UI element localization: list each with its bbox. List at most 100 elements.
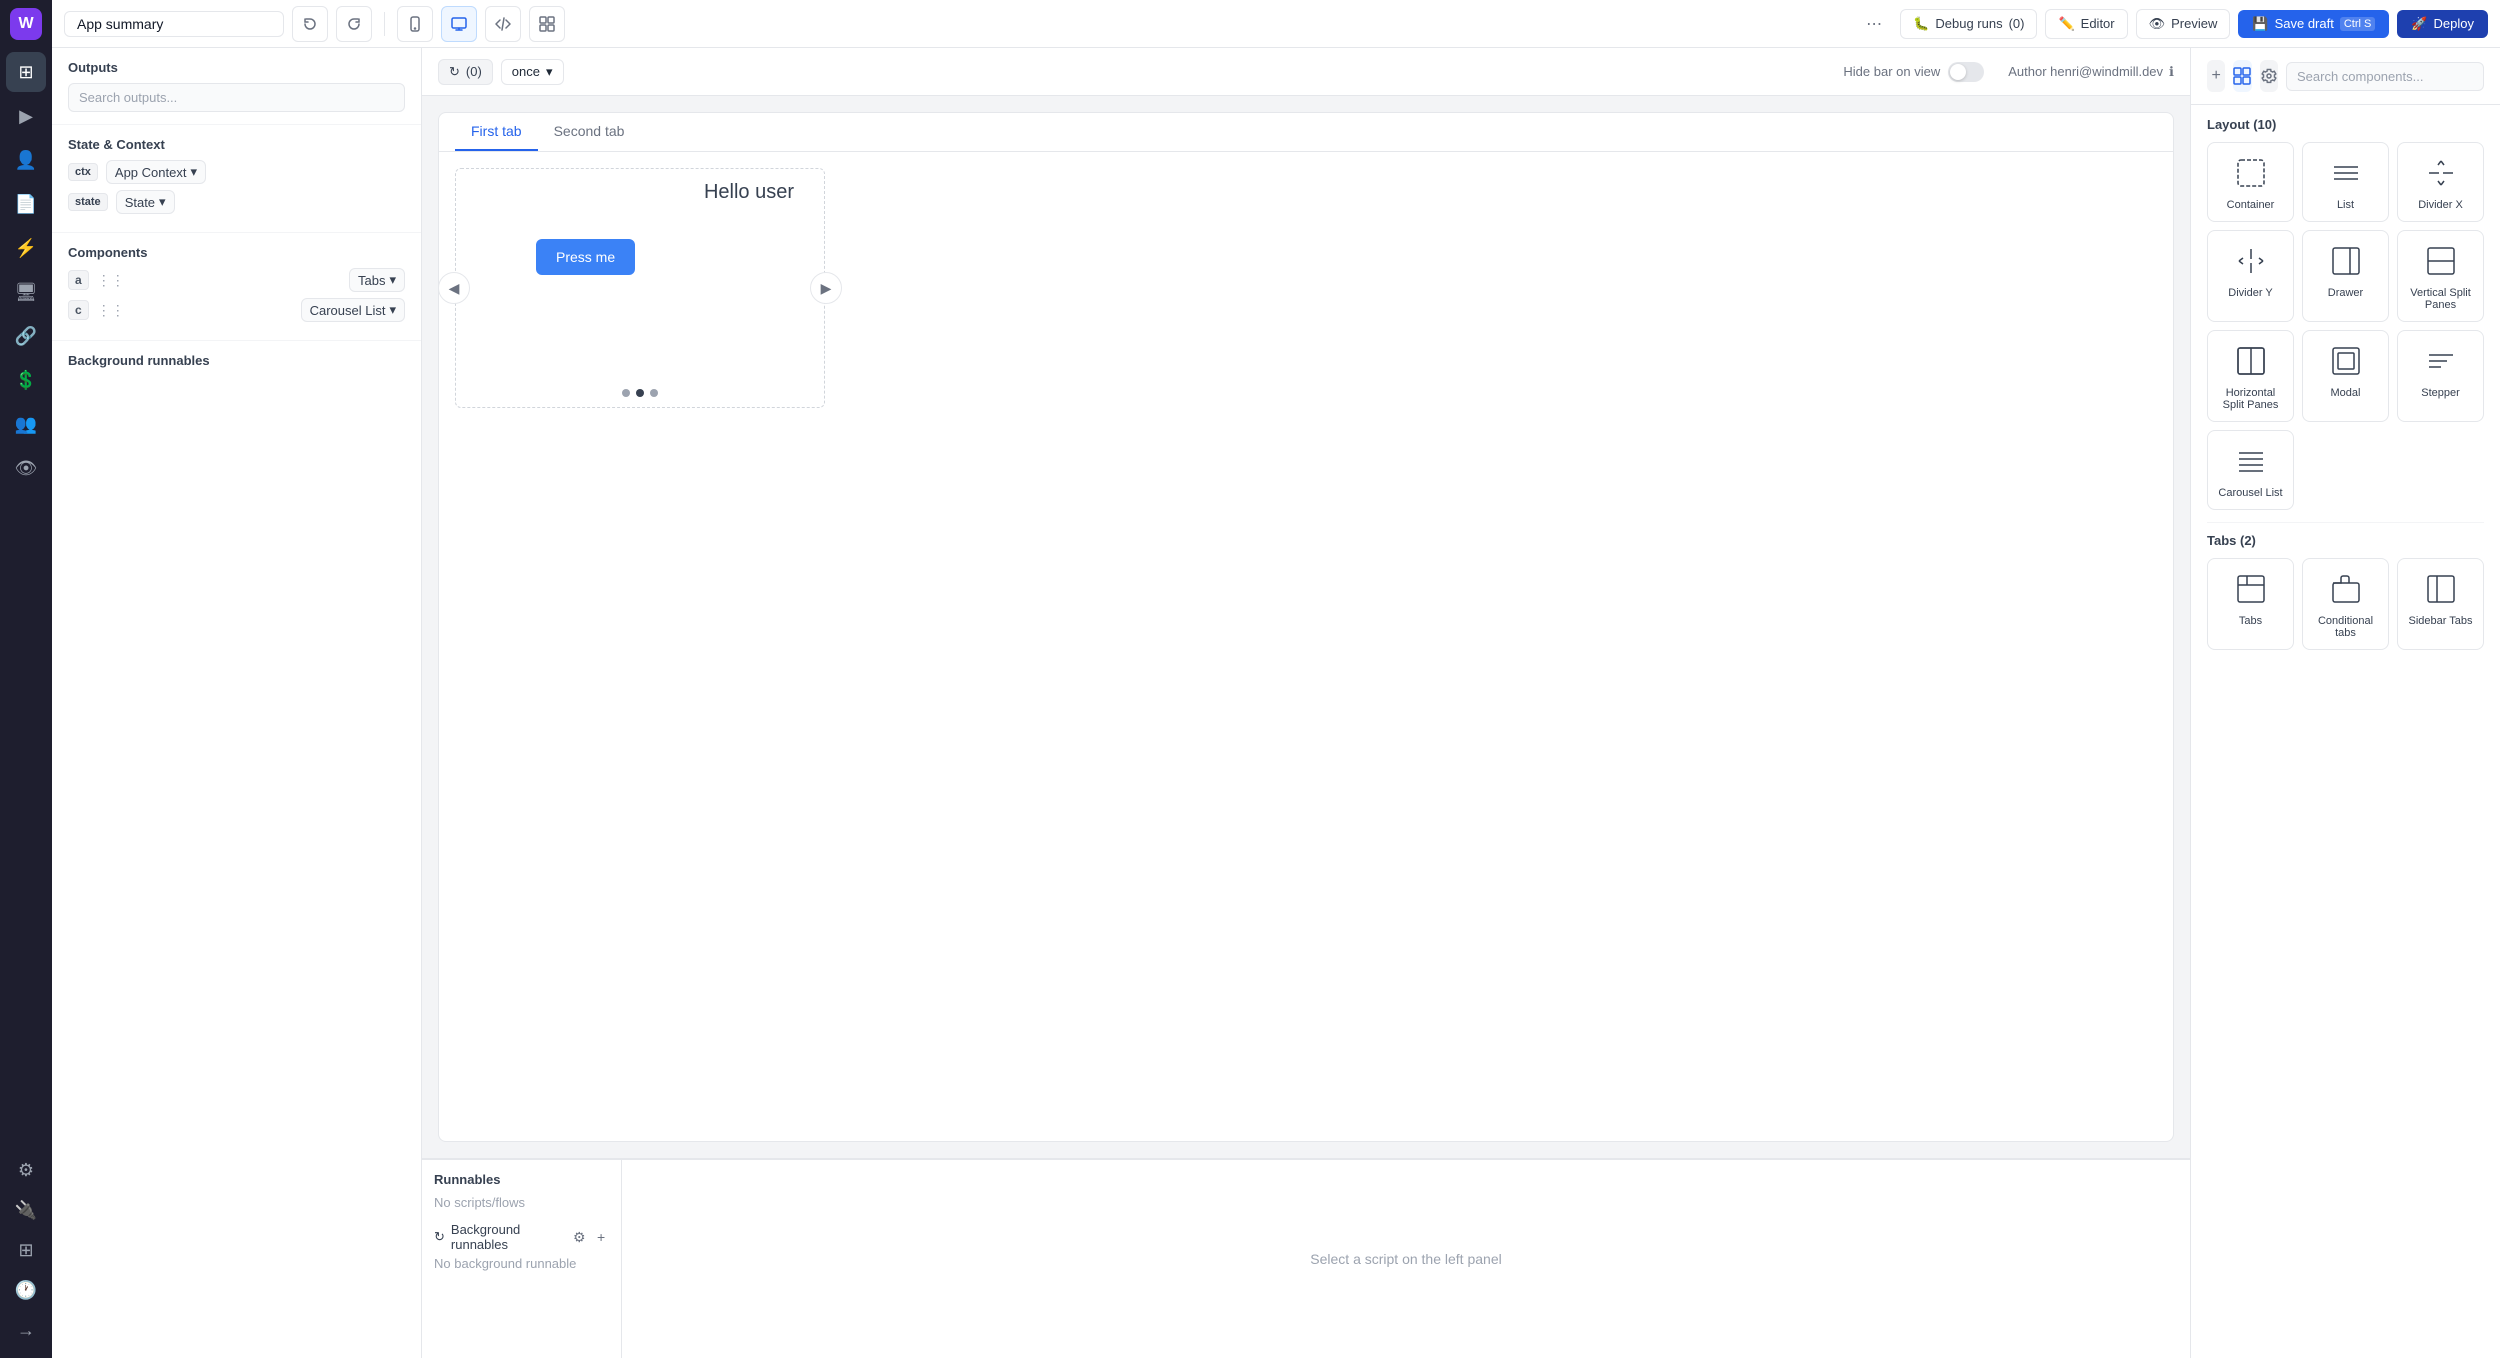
save-shortcut: Ctrl S: [2340, 17, 2376, 31]
comp-c-type-label: Carousel List: [310, 303, 386, 318]
deploy-icon: 🚀: [2411, 16, 2427, 32]
app-logo[interactable]: W: [10, 8, 42, 40]
component-card-drawer[interactable]: Drawer: [2302, 230, 2389, 322]
carousel-dot-1[interactable]: [622, 389, 630, 397]
canvas-main: First tab Second tab Hello user Press me…: [422, 96, 2190, 1158]
hide-bar-toggle[interactable]: [1948, 62, 1984, 82]
stepper-label: Stepper: [2421, 387, 2460, 399]
second-tab[interactable]: Second tab: [538, 113, 641, 151]
component-card-horizontal-split[interactable]: Horizontal Split Panes: [2207, 330, 2294, 422]
carousel-dots: [622, 389, 658, 397]
bg-runnables-add-btn[interactable]: +: [593, 1228, 609, 1246]
deploy-button[interactable]: 🚀 Deploy: [2397, 10, 2488, 38]
carousel-icon: [2231, 441, 2271, 481]
settings-panel-icon-btn[interactable]: [2260, 60, 2278, 92]
comp-a-label: a: [68, 270, 89, 290]
nav-groups[interactable]: 👥: [6, 404, 46, 444]
debug-count: (0): [2009, 16, 2025, 31]
add-component-icon-btn[interactable]: +: [2207, 60, 2225, 92]
nav-clock[interactable]: 🕐: [6, 1270, 46, 1310]
hello-user-text: Hello user: [704, 181, 794, 204]
app-name-input[interactable]: [64, 11, 284, 37]
drag-handle-c[interactable]: ⋮⋮: [97, 302, 125, 319]
mobile-view-button[interactable]: [397, 6, 433, 42]
more-options-button[interactable]: ⋯: [1856, 6, 1892, 42]
canvas-bottom: Runnables No scripts/flows ↻ Background …: [422, 1158, 2190, 1358]
comp-c-row: c ⋮⋮ Carousel List ▾: [68, 298, 405, 322]
once-select[interactable]: once ▾: [501, 59, 564, 85]
ctx-type-label: App Context: [115, 165, 187, 180]
comp-a-type-dropdown[interactable]: Tabs ▾: [349, 268, 405, 292]
ctx-type-dropdown[interactable]: App Context ▾: [106, 160, 206, 184]
tabs-icon: [2231, 569, 2271, 609]
bg-runnables-icon: ↻: [434, 1229, 445, 1245]
component-card-divider-x[interactable]: Divider X: [2397, 142, 2484, 222]
carousel-nav-right[interactable]: ▶: [810, 272, 842, 304]
nav-arrow-right[interactable]: →: [6, 1310, 46, 1350]
code-view-button[interactable]: [485, 6, 521, 42]
comp-c-type-dropdown[interactable]: Carousel List ▾: [301, 298, 405, 322]
nav-integrations[interactable]: 🔌: [6, 1190, 46, 1230]
nav-flows[interactable]: ⚡: [6, 228, 46, 268]
background-runnables-section: Background runnables: [52, 341, 421, 388]
component-card-container[interactable]: Container: [2207, 142, 2294, 222]
right-search-input[interactable]: [2286, 62, 2484, 91]
debug-runs-button[interactable]: 🐛 Debug runs (0): [1900, 9, 2037, 39]
outputs-search-input[interactable]: [68, 83, 405, 112]
component-card-sidebar-tabs[interactable]: Sidebar Tabs: [2397, 558, 2484, 650]
nav-settings[interactable]: ⚙: [6, 1150, 46, 1190]
component-card-carousel[interactable]: Carousel List: [2207, 430, 2294, 510]
press-me-button[interactable]: Press me: [536, 239, 635, 275]
preview-icon: 👁: [2149, 16, 2166, 32]
preview-button[interactable]: 👁 Preview: [2136, 9, 2231, 39]
no-scripts-text: No scripts/flows: [434, 1195, 609, 1210]
info-icon[interactable]: ℹ: [2169, 64, 2174, 80]
state-type-dropdown[interactable]: State ▾: [116, 190, 175, 214]
component-card-tabs[interactable]: Tabs: [2207, 558, 2294, 650]
state-context-section: State & Context ctx App Context ▾ state …: [52, 125, 421, 232]
run-badge[interactable]: ↻ (0): [438, 59, 493, 85]
nav-users[interactable]: 👤: [6, 140, 46, 180]
right-panel: + Layout (10) Container: [2190, 48, 2500, 1358]
component-card-divider-y[interactable]: Divider Y: [2207, 230, 2294, 322]
nav-eye[interactable]: 👁: [6, 448, 46, 488]
nav-variables[interactable]: 💲: [6, 360, 46, 400]
topbar: ⋯ 🐛 Debug runs (0) ✏️ Editor 👁 Preview 💾…: [52, 0, 2500, 48]
conditional-tabs-icon: [2326, 569, 2366, 609]
carousel-dot-3[interactable]: [650, 389, 658, 397]
hide-bar-label: Hide bar on view: [1843, 64, 1940, 79]
outputs-section: Outputs: [52, 48, 421, 124]
outputs-title: Outputs: [68, 60, 405, 75]
state-tag: state: [68, 193, 108, 211]
component-card-conditional-tabs[interactable]: Conditional tabs: [2302, 558, 2389, 650]
drag-handle-a[interactable]: ⋮⋮: [97, 272, 125, 289]
first-tab[interactable]: First tab: [455, 113, 538, 151]
redo-button[interactable]: [336, 6, 372, 42]
chevron-down-icon-4: ▾: [389, 302, 396, 318]
desktop-view-button[interactable]: [441, 6, 477, 42]
carousel-nav-left[interactable]: ◀: [438, 272, 470, 304]
modal-icon: [2326, 341, 2366, 381]
chevron-down-icon-3: ▾: [389, 272, 396, 288]
undo-button[interactable]: [292, 6, 328, 42]
editor-button[interactable]: ✏️ Editor: [2045, 9, 2127, 39]
save-draft-button[interactable]: 💾 Save draft Ctrl S: [2238, 10, 2389, 38]
carousel-dot-2[interactable]: [636, 389, 644, 397]
grid-view-button[interactable]: [529, 6, 565, 42]
component-card-list[interactable]: List: [2302, 142, 2389, 222]
container-icon: [2231, 153, 2271, 193]
components-panel-icon-btn[interactable]: [2233, 60, 2251, 92]
nav-apps[interactable]: 🖥: [6, 272, 46, 312]
nav-home[interactable]: ⊞: [6, 52, 46, 92]
nav-resources[interactable]: 🔗: [6, 316, 46, 356]
component-card-stepper[interactable]: Stepper: [2397, 330, 2484, 422]
preview-label: Preview: [2171, 16, 2217, 31]
nav-grid[interactable]: ⊞: [6, 1230, 46, 1270]
chevron-down-icon-5: ▾: [546, 64, 553, 80]
component-card-modal[interactable]: Modal: [2302, 330, 2389, 422]
bg-runnables-label: Background runnables: [451, 1222, 565, 1252]
component-card-vertical-split[interactable]: Vertical Split Panes: [2397, 230, 2484, 322]
nav-runs[interactable]: ▶: [6, 96, 46, 136]
nav-scripts[interactable]: 📄: [6, 184, 46, 224]
bg-runnables-settings-btn[interactable]: ⚙: [571, 1228, 587, 1246]
